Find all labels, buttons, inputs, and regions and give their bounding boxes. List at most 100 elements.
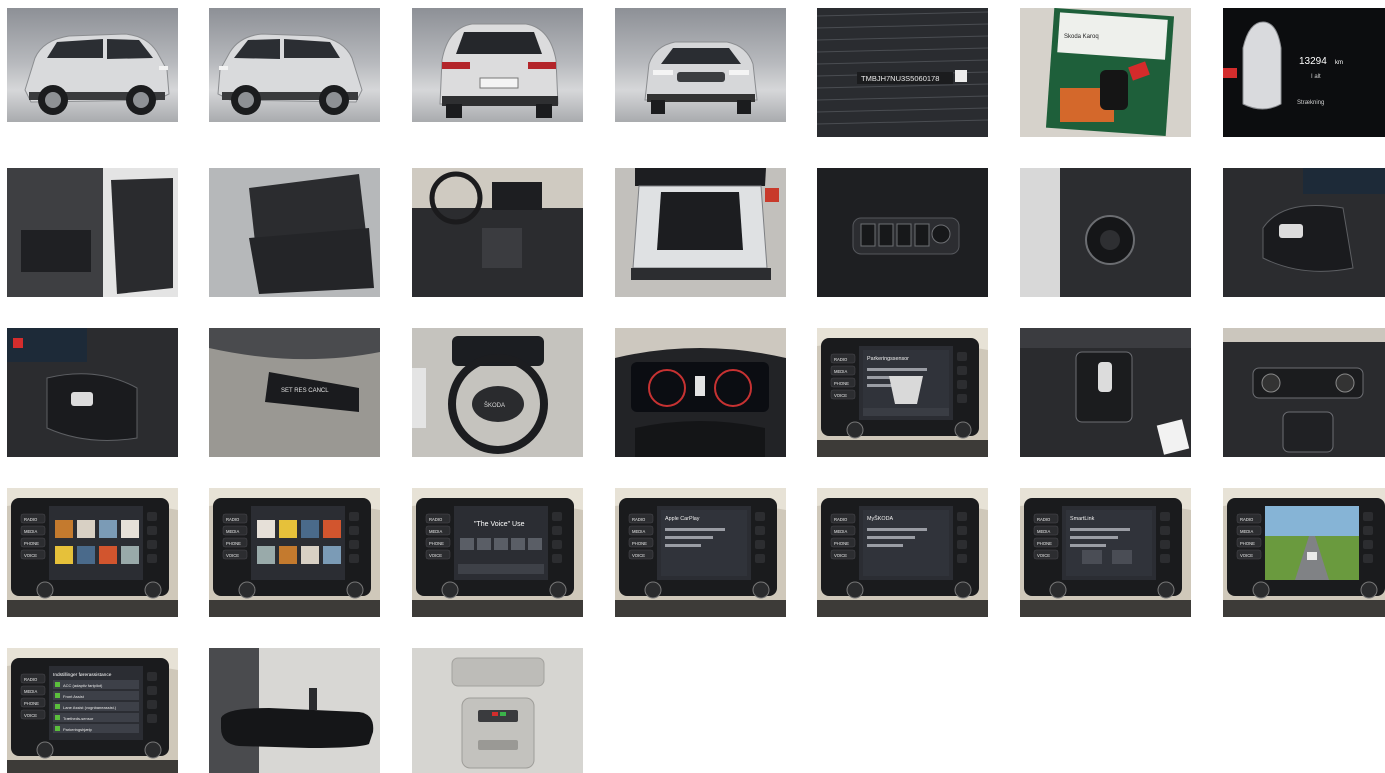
rear-view-mirror-image: [209, 648, 380, 773]
svg-text:PHONE: PHONE: [834, 381, 849, 386]
photo-27-thumbnail[interactable]: RADIO MEDIA PHONE VOICE SmartLink: [1020, 488, 1191, 617]
photo-2-thumbnail[interactable]: [209, 8, 380, 122]
photo-6-thumbnail[interactable]: Skoda Karoq: [1020, 8, 1191, 137]
svg-text:VOICE: VOICE: [1037, 553, 1050, 558]
infotainment-assist-camera-image: RADIO MEDIA PHONE VOICE: [1223, 488, 1385, 617]
photo-5-thumbnail[interactable]: TMBJH7NU3S5060178: [817, 8, 988, 137]
light-switch-image: [1020, 168, 1191, 297]
photo-26-thumbnail[interactable]: RADIO MEDIA PHONE VOICE MyŠKODA: [817, 488, 988, 617]
svg-text:Lane Assist (vognbaneassist.): Lane Assist (vognbaneassist.): [63, 705, 117, 710]
photo-16-thumbnail[interactable]: SET RES CANCL: [209, 328, 380, 457]
svg-text:MEDIA: MEDIA: [226, 529, 239, 534]
svg-text:km: km: [1335, 60, 1343, 66]
infotainment-apps-image: RADIO MEDIA PHONE VOICE: [209, 488, 380, 617]
svg-text:RADIO: RADIO: [24, 517, 38, 522]
svg-text:MEDIA: MEDIA: [24, 529, 37, 534]
svg-text:PHONE: PHONE: [429, 541, 444, 546]
car-front-three-quarter-right-image: [644, 41, 758, 114]
svg-text:MEDIA: MEDIA: [429, 529, 442, 534]
odometer-image: 13294 km I alt Strækning: [1223, 8, 1385, 137]
svg-text:Trætheds-sensor: Trætheds-sensor: [63, 716, 94, 721]
svg-text:VOICE: VOICE: [632, 553, 645, 558]
svg-text:MEDIA: MEDIA: [834, 529, 847, 534]
photo-13-thumbnail[interactable]: [1020, 168, 1191, 297]
svg-text:PHONE: PHONE: [834, 541, 849, 546]
svg-text:SmartLink: SmartLink: [1070, 516, 1095, 522]
photo-23-thumbnail[interactable]: RADIO MEDIA PHONE VOICE: [209, 488, 380, 617]
svg-text:VOICE: VOICE: [226, 553, 239, 558]
photo-4-thumbnail[interactable]: [615, 8, 786, 122]
photo-14-thumbnail[interactable]: [1223, 168, 1385, 297]
photo-8-thumbnail[interactable]: [7, 168, 178, 297]
svg-text:MEDIA: MEDIA: [1240, 529, 1253, 534]
svg-text:VOICE: VOICE: [834, 393, 847, 398]
svg-text:Parkeringshjælp: Parkeringshjælp: [63, 727, 93, 732]
svg-text:MEDIA: MEDIA: [24, 689, 37, 694]
climate-controls-image: [1223, 328, 1385, 457]
svg-text:PHONE: PHONE: [226, 541, 241, 546]
svg-text:Apple CarPlay: Apple CarPlay: [665, 516, 700, 522]
svg-text:MEDIA: MEDIA: [632, 529, 645, 534]
digital-cockpit-image: [615, 328, 786, 457]
svg-text:ACC (adaptiv fartpilot): ACC (adaptiv fartpilot): [63, 683, 103, 688]
svg-text:PHONE: PHONE: [24, 541, 39, 546]
photo-11-thumbnail[interactable]: [615, 168, 786, 297]
photo-10-thumbnail[interactable]: [412, 168, 583, 297]
photo-9-thumbnail[interactable]: [209, 168, 380, 297]
infotainment-wireless-image: RADIO MEDIA PHONE VOICE Apple CarPlay: [615, 488, 786, 617]
svg-text:VOICE: VOICE: [429, 553, 442, 558]
steering-wheel-image: ŠKODA: [412, 328, 583, 457]
svg-text:Parkeringssensor: Parkeringssensor: [867, 356, 909, 362]
cruise-control-stalk-image: SET RES CANCL: [209, 328, 380, 457]
photo-30-thumbnail[interactable]: [209, 648, 380, 773]
svg-text:VOICE: VOICE: [1240, 553, 1253, 558]
photo-28-thumbnail[interactable]: RADIO MEDIA PHONE VOICE: [1223, 488, 1385, 617]
photo-7-thumbnail[interactable]: 13294 km I alt Strækning: [1223, 8, 1385, 137]
photo-29-thumbnail[interactable]: RADIO MEDIA PHONE VOICE Indstillinger førera…: [7, 648, 178, 773]
svg-text:Skoda Karoq: Skoda Karoq: [1064, 34, 1099, 40]
photo-18-thumbnail[interactable]: [615, 328, 786, 457]
photo-20-thumbnail[interactable]: [1020, 328, 1191, 457]
cockpit-overview-image: [412, 168, 583, 297]
svg-text:PHONE: PHONE: [24, 701, 39, 706]
photo-22-thumbnail[interactable]: RADIO MEDIA PHONE VOICE: [7, 488, 178, 617]
svg-text:VOICE: VOICE: [24, 553, 37, 558]
svg-text:PHONE: PHONE: [1240, 541, 1255, 546]
svg-text:Indstillinger førerassistance: Indstillinger førerassistance: [53, 672, 112, 678]
overhead-console-image: [412, 648, 583, 773]
svg-text:ŠKODA: ŠKODA: [484, 402, 505, 409]
svg-text:RADIO: RADIO: [1240, 517, 1254, 522]
svg-text:RADIO: RADIO: [834, 357, 848, 362]
svg-text:RADIO: RADIO: [834, 517, 848, 522]
steering-wheel-buttons-right-image: [1223, 168, 1385, 297]
photo-1-thumbnail[interactable]: [7, 8, 178, 122]
svg-text:RADIO: RADIO: [226, 517, 240, 522]
trunk-open-image: [615, 168, 786, 297]
svg-text:PHONE: PHONE: [1037, 541, 1052, 546]
svg-text:RADIO: RADIO: [24, 677, 38, 682]
photo-gallery: TMBJH7NU3S5060178 Skoda Karoq 13294 km I alt…: [0, 0, 1385, 773]
photo-12-thumbnail[interactable]: [817, 168, 988, 297]
vin-plate-image: TMBJH7NU3S5060178: [817, 8, 988, 137]
infotainment-parking-image: RADIO MEDIA PHONE VOICE Parkeringssensor: [817, 328, 988, 457]
photo-21-thumbnail[interactable]: [1223, 328, 1385, 457]
infotainment-security-image: RADIO MEDIA PHONE VOICE MyŠKODA: [817, 488, 988, 617]
svg-text:VOICE: VOICE: [834, 553, 847, 558]
photo-25-thumbnail[interactable]: RADIO MEDIA PHONE VOICE Apple CarPlay: [615, 488, 786, 617]
photo-24-thumbnail[interactable]: RADIO MEDIA PHONE VOICE "The Voice" Use: [412, 488, 583, 617]
svg-text:RADIO: RADIO: [632, 517, 646, 522]
gear-selector-image: [1020, 328, 1191, 457]
svg-text:MEDIA: MEDIA: [1037, 529, 1050, 534]
svg-text:Strækning: Strækning: [1297, 100, 1324, 106]
photo-31-thumbnail[interactable]: [412, 648, 583, 773]
car-rear-image: [439, 23, 559, 118]
svg-text:PHONE: PHONE: [632, 541, 647, 546]
infotainment-media-image: RADIO MEDIA PHONE VOICE: [7, 488, 178, 617]
steering-wheel-buttons-left-image: [7, 328, 178, 457]
svg-text:I alt: I alt: [1311, 74, 1321, 80]
car-rear-three-quarter-image: [217, 33, 363, 115]
photo-3-thumbnail[interactable]: [412, 8, 583, 122]
photo-17-thumbnail[interactable]: ŠKODA: [412, 328, 583, 457]
photo-19-thumbnail[interactable]: RADIO MEDIA PHONE VOICE Parkeringssensor: [817, 328, 988, 457]
photo-15-thumbnail[interactable]: [7, 328, 178, 457]
